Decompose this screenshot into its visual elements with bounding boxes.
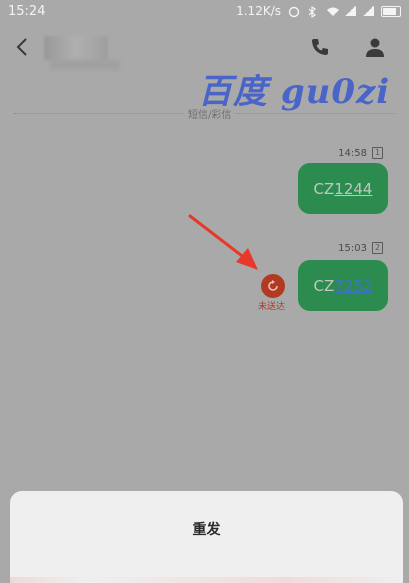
- message-1-prefix: CZ: [313, 179, 335, 198]
- message-1-bubble[interactable]: CZ 1244: [298, 163, 388, 214]
- battery-icon: [381, 5, 401, 17]
- signal-1-icon: [345, 6, 356, 16]
- contact-profile-button[interactable]: [364, 36, 386, 58]
- message-2-meta: 15:03 2: [338, 242, 383, 254]
- resend-icon: [268, 280, 278, 291]
- status-time: 15:24: [8, 3, 46, 19]
- message-1-time: 14:58: [338, 147, 367, 159]
- status-bar: 15:24 1.12K/s: [0, 0, 409, 22]
- channel-divider: 短信/彩信: [14, 104, 396, 124]
- message-2-prefix: CZ: [313, 276, 335, 295]
- network-speed: 1.12K/s: [236, 4, 281, 18]
- contact-name-blurred: [44, 36, 108, 60]
- sim-badge-icon: 1: [372, 147, 383, 159]
- failed-label: 未送达: [258, 302, 286, 312]
- sim-badge-icon: 2: [372, 242, 383, 254]
- status-icons: 1.12K/s: [236, 4, 401, 19]
- back-icon: [16, 38, 27, 56]
- wifi-icon: [326, 6, 339, 16]
- sheet-next-option-peek: [10, 577, 403, 583]
- sync-icon: [288, 6, 300, 18]
- message-1-meta: 14:58 1: [338, 147, 383, 159]
- resend-button[interactable]: 重发: [10, 519, 403, 539]
- message-2-bubble[interactable]: CZ 7252: [298, 260, 388, 311]
- action-sheet: 重发: [10, 491, 403, 583]
- contact-number-blurred: [50, 60, 120, 70]
- message-2-time: 15:03: [338, 242, 367, 254]
- message-1-number[interactable]: 1244: [334, 180, 372, 198]
- message-2-number[interactable]: 7252: [334, 277, 372, 295]
- bluetooth-icon: [307, 5, 319, 19]
- channel-label: 短信/彩信: [184, 106, 236, 121]
- back-button[interactable]: [12, 34, 34, 60]
- signal-2-icon: [363, 6, 374, 16]
- phone-icon: [312, 39, 328, 55]
- call-button[interactable]: [309, 36, 331, 58]
- person-icon: [366, 38, 384, 57]
- resend-failed-button[interactable]: [261, 274, 285, 298]
